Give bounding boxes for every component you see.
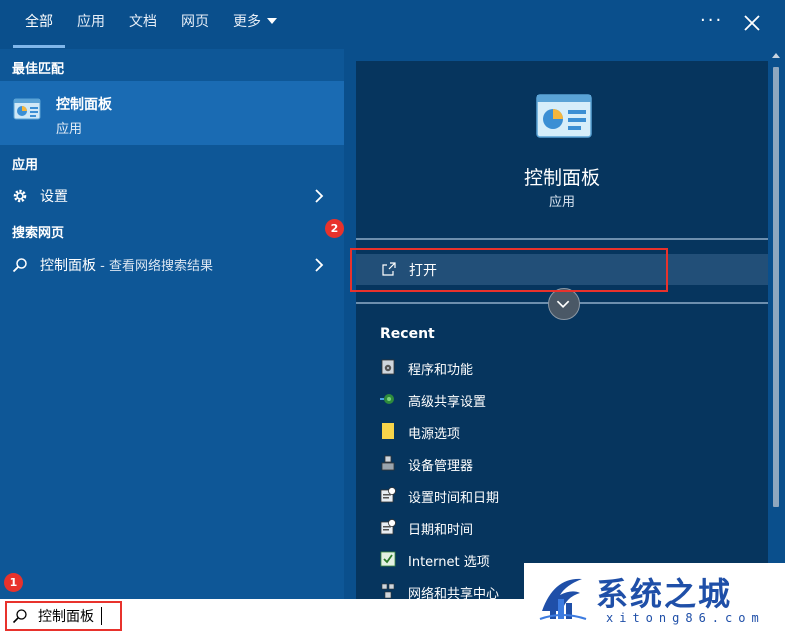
tab-documents[interactable]: 文档 <box>129 0 157 49</box>
tab-more-label: 更多 <box>233 14 261 30</box>
recent-item-power[interactable]: 电源选项 <box>380 420 760 444</box>
web-search-query: 控制面板 <box>40 258 96 274</box>
annotation-badge-2: 2 <box>325 219 344 238</box>
chevron-down-icon <box>267 18 277 24</box>
annotation-box-open <box>350 248 668 292</box>
tab-apps[interactable]: 应用 <box>77 0 105 49</box>
web-search-result[interactable]: 控制面板 - 查看网络搜索结果 <box>0 249 344 281</box>
recent-item-label: 高级共享设置 <box>408 395 487 410</box>
clock-icon <box>380 487 396 503</box>
search-icon <box>12 258 27 273</box>
recent-item-label: Internet 选项 <box>408 555 490 570</box>
recent-heading: Recent <box>380 326 435 342</box>
web-search-suffix: - 查看网络搜索结果 <box>96 259 213 274</box>
network-center-icon <box>381 583 395 599</box>
divider <box>356 238 768 240</box>
watermark-logo-icon <box>539 578 587 620</box>
device-manager-icon <box>381 455 395 471</box>
watermark: 系统之城 xitong86.com <box>524 563 785 632</box>
best-match-heading: 最佳匹配 <box>12 62 65 77</box>
watermark-subtitle: xitong86.com <box>606 611 765 625</box>
scrollbar[interactable] <box>768 49 785 599</box>
recent-item-label: 设备管理器 <box>408 459 474 474</box>
tab-all[interactable]: 全部 <box>13 0 65 49</box>
best-match-type: 应用 <box>56 122 83 137</box>
top-bar: 全部 应用 文档 网页 更多 ··· <box>0 0 785 49</box>
calendar-icon <box>380 519 396 535</box>
preview-subtitle: 应用 <box>548 195 575 210</box>
web-search-heading: 搜索网页 <box>12 226 65 241</box>
recent-item-device-manager[interactable]: 设备管理器 <box>380 452 760 476</box>
recent-item-set-time[interactable]: 设置时间和日期 <box>380 484 760 508</box>
close-icon[interactable] <box>741 12 763 34</box>
recent-item-label: 电源选项 <box>408 427 461 442</box>
annotation-box-search <box>5 601 122 631</box>
recent-item-date-time[interactable]: 日期和时间 <box>380 516 760 540</box>
recent-item-label: 程序和功能 <box>408 363 474 378</box>
chevron-down-icon <box>556 300 570 309</box>
more-options-button[interactable]: ··· <box>700 10 723 31</box>
control-panel-icon <box>536 94 592 138</box>
gear-icon <box>13 189 27 203</box>
app-item-label: 设置 <box>40 189 68 205</box>
recent-item-label: 设置时间和日期 <box>408 491 500 506</box>
tab-more[interactable]: 更多 <box>233 0 277 49</box>
recent-item-sharing[interactable]: 高级共享设置 <box>380 388 760 412</box>
chevron-right-icon <box>315 189 324 203</box>
annotation-badge-1: 1 <box>4 573 23 592</box>
programs-icon <box>381 359 395 375</box>
recent-item-label: 日期和时间 <box>408 523 474 538</box>
scroll-up-arrow-icon[interactable] <box>772 53 780 58</box>
internet-options-icon <box>380 551 396 567</box>
scrollbar-thumb[interactable] <box>773 67 779 507</box>
preview-panel: 控制面板 应用 打开 Recent 程序和功能 高级共享设置 电源选项 设备管理… <box>356 61 768 602</box>
apps-heading: 应用 <box>12 158 39 173</box>
tab-web[interactable]: 网页 <box>181 0 209 49</box>
control-panel-icon <box>13 98 41 120</box>
results-panel: 最佳匹配 控制面板 应用 应用 设置 搜索网页 控制面板 - 查看网络搜索结果 <box>0 49 344 599</box>
power-icon <box>382 423 394 439</box>
recent-item-programs[interactable]: 程序和功能 <box>380 356 760 380</box>
watermark-title: 系统之城 <box>596 575 733 613</box>
app-item-settings[interactable]: 设置 <box>0 180 344 212</box>
best-match-name: 控制面板 <box>56 97 112 113</box>
expand-button[interactable] <box>548 288 580 320</box>
network-share-icon <box>380 394 394 404</box>
chevron-right-icon <box>315 258 324 272</box>
preview-title: 控制面板 <box>523 167 600 189</box>
best-match-item[interactable]: 控制面板 应用 <box>0 81 344 145</box>
web-search-label: 控制面板 - 查看网络搜索结果 <box>40 255 213 275</box>
